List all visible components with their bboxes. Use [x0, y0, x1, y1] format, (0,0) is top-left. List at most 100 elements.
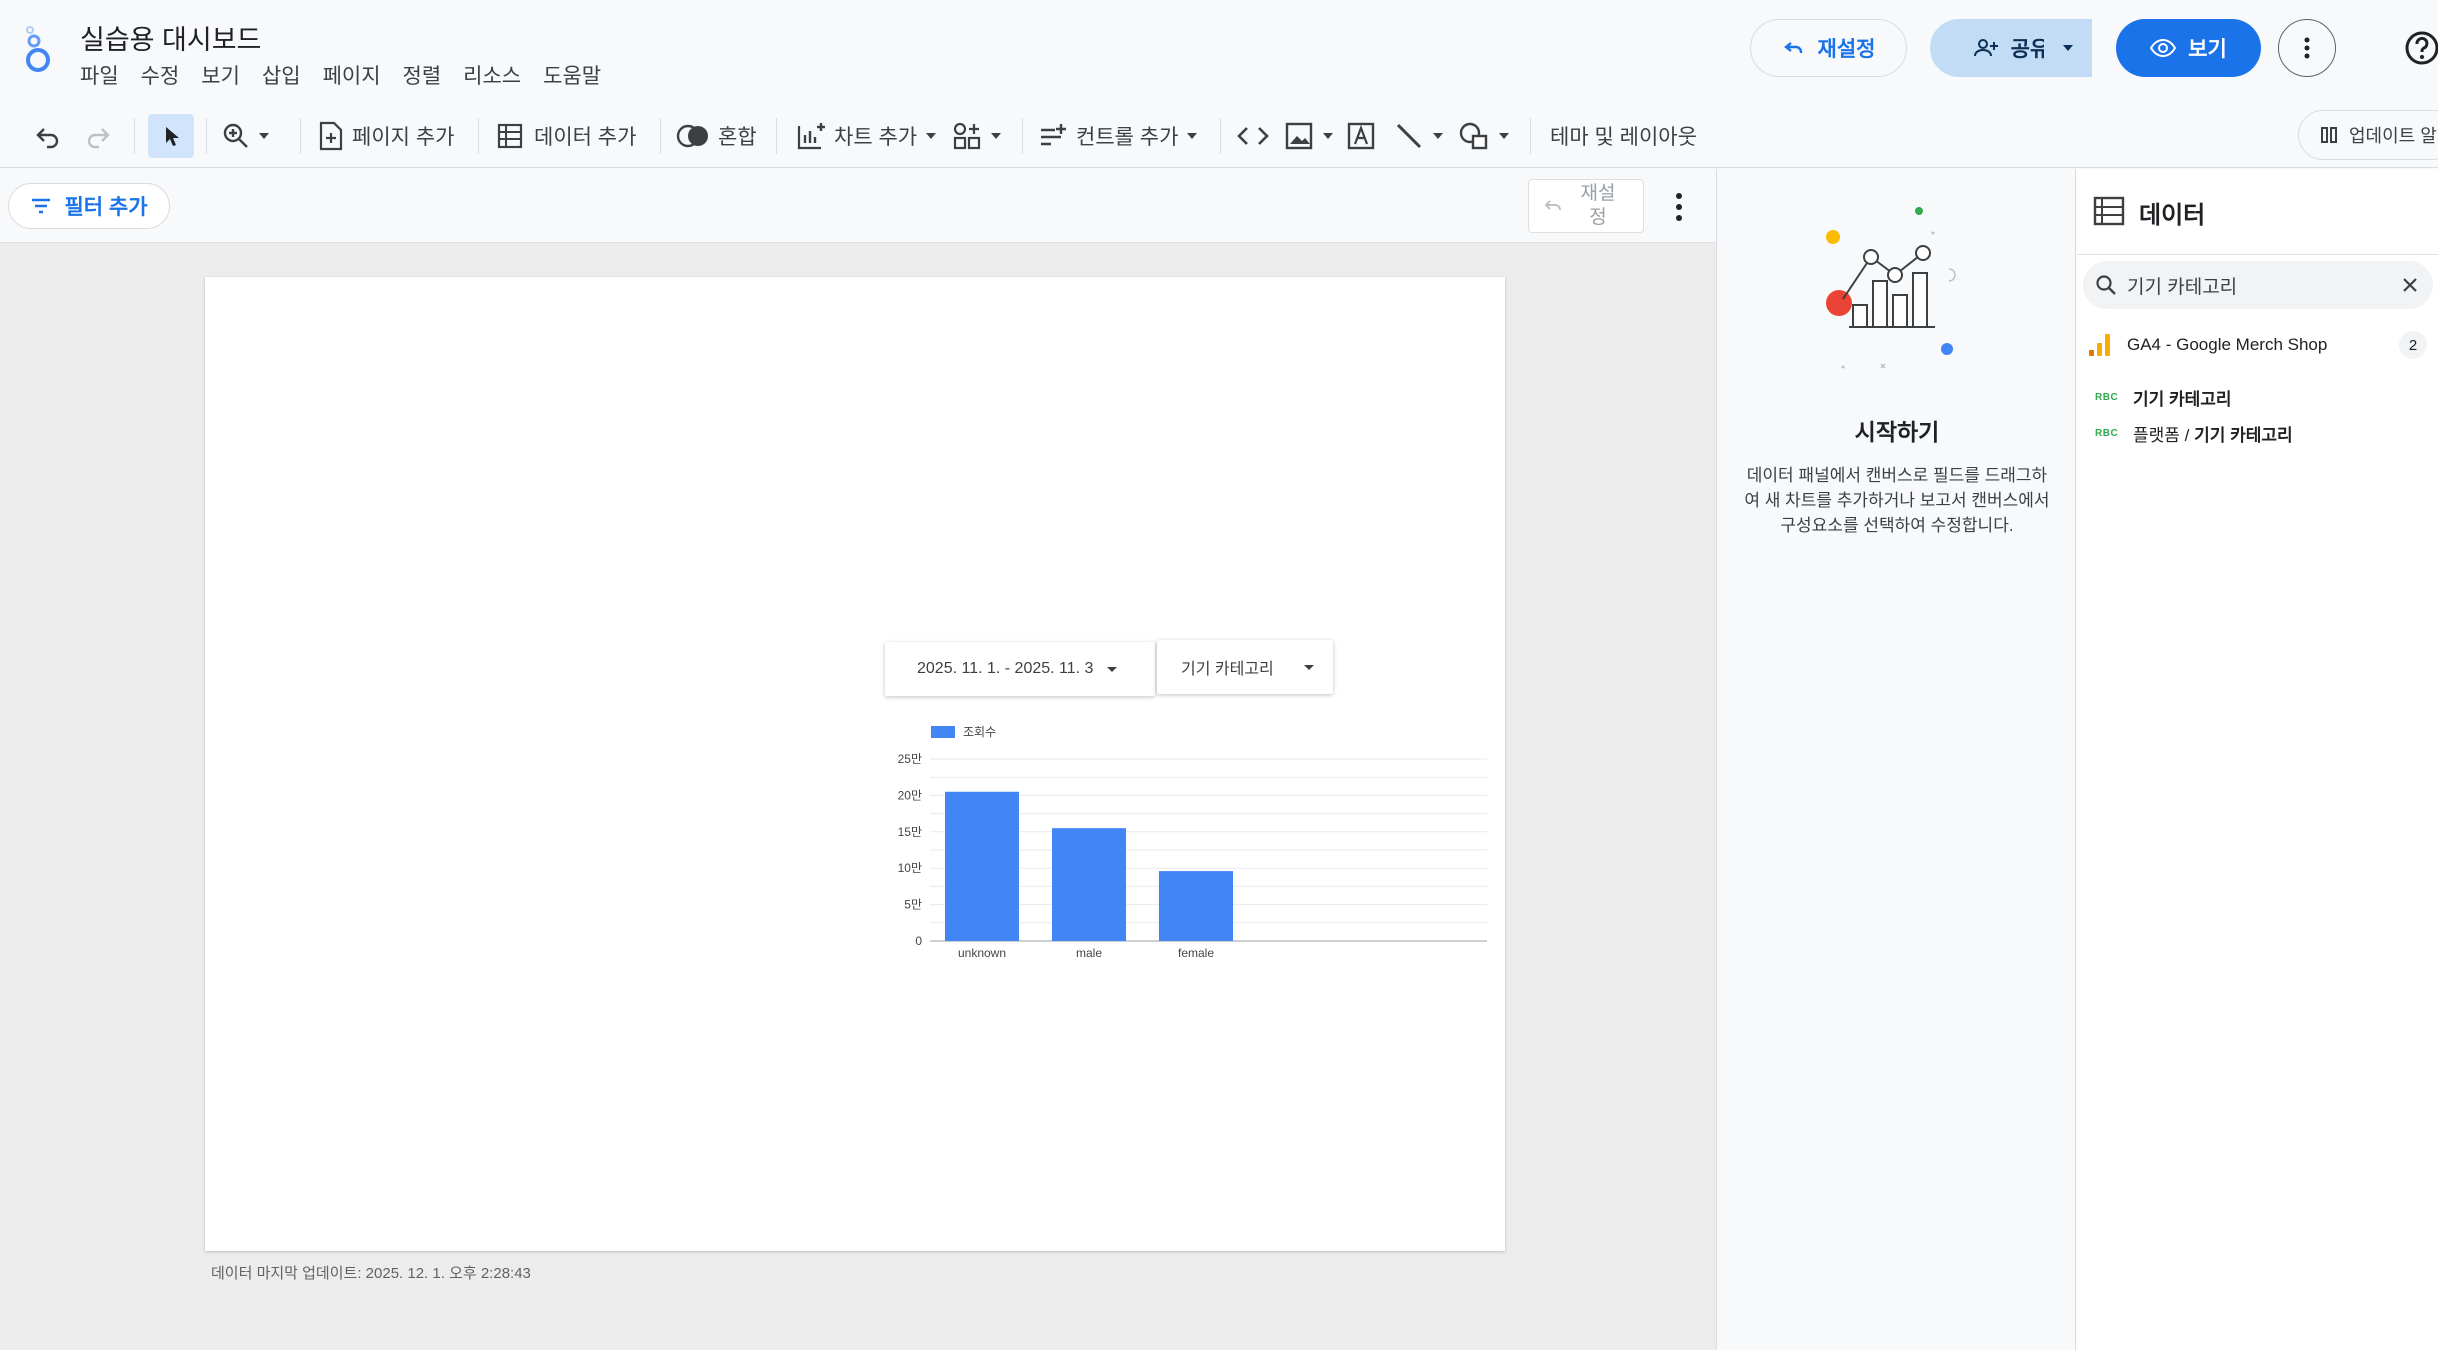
database-icon [2093, 196, 2125, 226]
report-title[interactable]: 실습용 대시보드 [80, 18, 261, 57]
field-search-input[interactable] [2127, 274, 2391, 296]
theme-layout-button[interactable]: 테마 및 레이아웃 [1550, 114, 1697, 158]
toolbar-divider [1530, 118, 1531, 154]
field-item[interactable]: RBC 기기 카테고리 [2095, 380, 2232, 414]
add-page-label: 페이지 추가 [352, 126, 455, 149]
category-filter-value: 기기 카테고리 [1181, 661, 1274, 678]
date-range-control[interactable]: 2025. 11. 1. - 2025. 11. 30. [885, 642, 1155, 696]
toolbar-divider [1022, 118, 1023, 154]
text-field-type-icon: RBC [2095, 391, 2119, 403]
x-tick-label: unknown [958, 946, 1006, 960]
canvas-reset-label: 재설정 [1580, 183, 1616, 228]
menu-help[interactable]: 도움말 [543, 60, 601, 90]
menu-edit[interactable]: 수정 [141, 60, 180, 90]
bar-chart[interactable]: 조회수 0 5만 10만 15만 20만 25만 unknown male female [875, 715, 1495, 1015]
select-tool-button[interactable] [148, 114, 194, 158]
toolbar-divider [478, 118, 479, 154]
date-range-value: 2025. 11. 1. - 2025. 11. 30. [917, 660, 1093, 677]
text-box-button[interactable] [1346, 114, 1376, 158]
more-vert-icon[interactable] [1664, 189, 1694, 225]
menu-file[interactable]: 파일 [80, 60, 119, 90]
canvas-reset-button[interactable]: 재설정 [1528, 179, 1644, 233]
field-item[interactable]: RBC 플랫폼 / 기기 카테고리 [2095, 416, 2293, 450]
filter-icon [32, 198, 51, 214]
add-chart-icon [797, 123, 825, 150]
getting-started-illustration [1826, 207, 1956, 369]
help-icon[interactable] [2402, 28, 2438, 68]
zoom-icon [223, 123, 248, 148]
update-notice-label: 업데이트 알 [2349, 126, 2437, 146]
analytics-icon [2089, 334, 2110, 356]
app-header: 실습용 대시보드 파일 수정 보기 삽입 페이지 정렬 리소스 도움말 재설정 … [0, 0, 2438, 104]
more-options-button[interactable] [2278, 19, 2336, 77]
blend-button[interactable]: 혼합 [676, 114, 757, 158]
add-data-button[interactable]: 데이터 추가 [496, 114, 636, 158]
y-tick-label: 5만 [904, 898, 922, 912]
toolbar-divider [1220, 118, 1221, 154]
line-icon [1396, 123, 1422, 149]
x-tick-label: female [1178, 946, 1214, 960]
text-field-type-icon: RBC [2095, 427, 2119, 439]
image-icon [1285, 122, 1313, 150]
update-notice-button[interactable]: 업데이트 알 [2298, 110, 2438, 160]
data-source-row[interactable]: GA4 - Google Merch Shop 2 [2087, 325, 2427, 365]
undo-icon [36, 128, 59, 149]
community-visualizations-button[interactable] [952, 114, 1002, 158]
chart-plot: 0 5만 10만 15만 20만 25만 unknown male female [898, 752, 1487, 960]
toolbar-divider [776, 118, 777, 154]
add-filter-label: 필터 추가 [64, 196, 148, 219]
field-search-box[interactable] [2083, 261, 2433, 309]
caret-down-icon [1187, 133, 1198, 139]
menu-view[interactable]: 보기 [201, 60, 240, 90]
line-button[interactable] [1394, 114, 1444, 158]
y-tick-label: 25만 [898, 752, 922, 766]
view-button[interactable]: 보기 [2116, 19, 2261, 77]
undo-icon [1783, 42, 1802, 53]
shape-button[interactable] [1458, 114, 1510, 158]
add-person-icon [1973, 39, 1998, 57]
caret-down-icon [1499, 133, 1509, 139]
zoom-button[interactable] [222, 114, 270, 158]
looker-studio-logo[interactable] [18, 24, 58, 74]
reset-button[interactable]: 재설정 [1750, 19, 1907, 77]
category-filter-control[interactable]: 기기 카테고리 [1157, 640, 1333, 694]
caret-down-icon [2063, 45, 2073, 51]
menu-arrange[interactable]: 정렬 [403, 60, 442, 90]
add-chart-button[interactable]: 차트 추가 [796, 114, 937, 158]
data-panel-title: 데이터 [2139, 202, 2206, 229]
caret-down-icon [926, 133, 937, 139]
blend-label: 혼합 [718, 126, 757, 149]
redo-button[interactable] [84, 114, 112, 158]
getting-started-description: 데이터 패널에서 캔버스로 필드를 드래그하여 새 차트를 추가하거나 보고서 … [1744, 466, 2050, 535]
image-button[interactable] [1284, 114, 1334, 158]
redo-icon [87, 128, 110, 149]
toolbar-divider [134, 118, 135, 154]
menu-resources[interactable]: 리소스 [463, 60, 521, 90]
close-icon[interactable] [2401, 276, 2419, 294]
report-page[interactable]: 2025. 11. 1. - 2025. 11. 30. 기기 카테고리 조회수… [205, 277, 1505, 1251]
data-source-name: GA4 - Google Merch Shop [2127, 335, 2328, 354]
undo-icon [1544, 200, 1561, 211]
getting-started-title: 시작하기 [1854, 419, 1940, 445]
y-tick-label: 20만 [898, 788, 922, 802]
theme-layout-label: 테마 및 레이아웃 [1550, 126, 1697, 149]
toolbar-divider [660, 118, 661, 154]
menu-bar: 파일 수정 보기 삽입 페이지 정렬 리소스 도움말 [80, 60, 601, 90]
add-filter-button[interactable]: 필터 추가 [8, 183, 170, 229]
y-tick-label: 15만 [898, 825, 922, 839]
add-page-button[interactable]: 페이지 추가 [318, 114, 454, 158]
editor-toolbar: 페이지 추가 데이터 추가 혼합 차트 추가 컨트롤 추가 테마 및 레이아웃 … [0, 104, 2438, 168]
blend-icon [676, 124, 708, 148]
bar-male [1052, 828, 1126, 941]
embed-code-button[interactable] [1236, 114, 1270, 158]
add-control-button[interactable]: 컨트롤 추가 [1038, 114, 1198, 158]
field-name: 기기 카테고리 [2194, 425, 2293, 445]
menu-page[interactable]: 페이지 [323, 60, 381, 90]
code-icon [1237, 127, 1269, 145]
menu-insert[interactable]: 삽입 [262, 60, 301, 90]
add-widgets-icon [953, 122, 981, 150]
last-updated-text: 데이터 마지막 업데이트: 2025. 12. 1. 오후 2:28:43 [211, 1265, 531, 1282]
undo-button[interactable] [34, 114, 62, 158]
caret-down-icon [259, 133, 269, 139]
y-tick-label: 0 [915, 934, 922, 948]
